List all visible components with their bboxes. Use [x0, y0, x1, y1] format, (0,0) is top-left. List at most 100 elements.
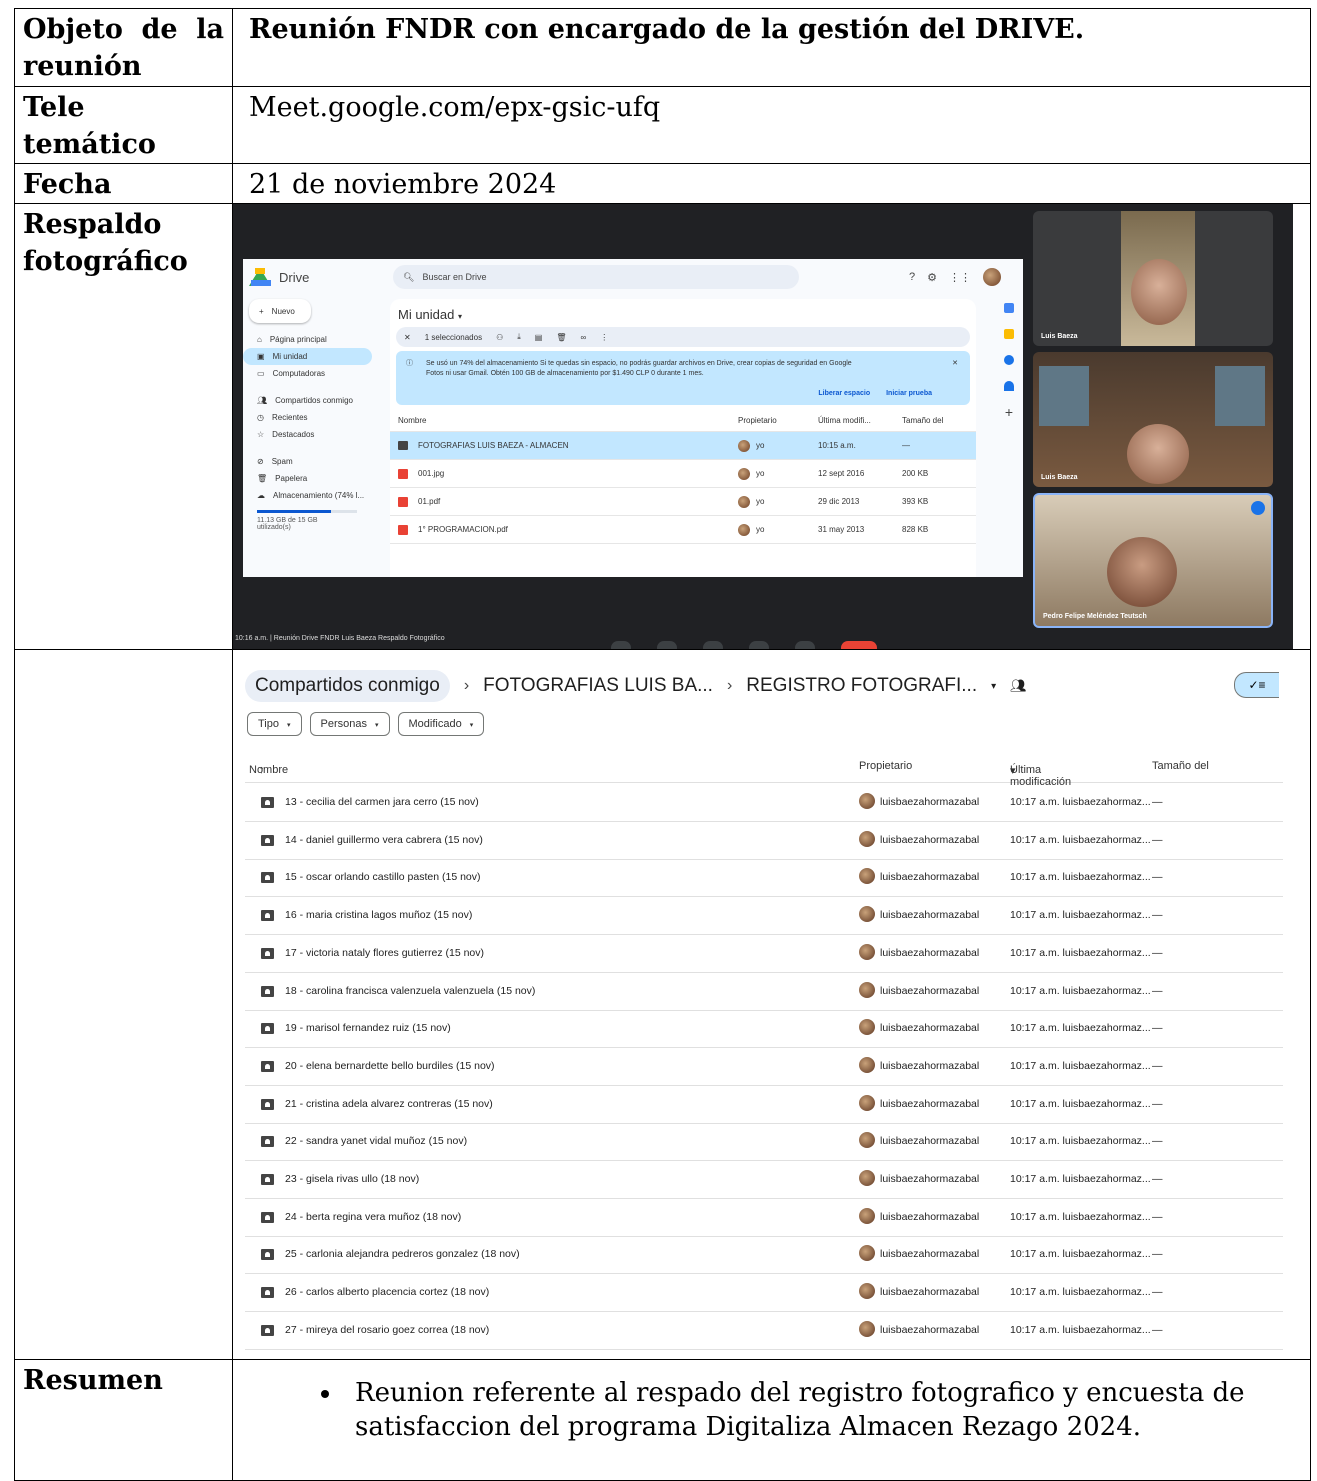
- sidebar-item-spam[interactable]: ⊘ Spam: [243, 453, 378, 470]
- tasks-icon[interactable]: [1004, 355, 1014, 365]
- folder-name: 17 - victoria nataly flores gutierrez (1…: [285, 946, 485, 959]
- sidebar-item-home[interactable]: ⌂ Página principal: [243, 331, 378, 348]
- list-view-toggle[interactable]: ✓≡: [1234, 672, 1279, 698]
- sidebar-item-recent[interactable]: ◷ Recientes: [243, 409, 378, 426]
- table-row[interactable]: 15 - oscar orlando castillo pasten (15 n…: [245, 859, 1283, 898]
- table-row[interactable]: 27 - mireya del rosario goez correa (18 …: [245, 1312, 1283, 1350]
- sidebar-item-my-drive[interactable]: ▣ Mi unidad: [243, 348, 372, 365]
- chevron-down-icon: ▾: [469, 722, 474, 729]
- participant-tile[interactable]: Luis Baeza: [1033, 352, 1273, 487]
- meeting-info: 10:16 a.m. | Reunión Drive FNDR Luis Bae…: [235, 635, 445, 642]
- chevron-right-icon: ›: [463, 677, 470, 694]
- gear-icon[interactable]: ⚙: [927, 271, 937, 284]
- sidebar-item-storage[interactable]: ☁ Almacenamiento (74% l...: [243, 487, 378, 504]
- value-objective: Reunión FNDR con encargado de la gestión…: [232, 8, 1311, 87]
- filter-modified[interactable]: Modificado ▾: [397, 712, 485, 736]
- close-icon[interactable]: ✕: [952, 359, 958, 369]
- file-row[interactable]: 001.jpg yo 12 sept 2016 200 KB: [390, 460, 976, 488]
- sidebar-item-computers[interactable]: ▭ Computadoras: [243, 365, 378, 382]
- shared-folder-icon: [261, 1098, 274, 1110]
- new-button[interactable]: + Nuevo: [249, 299, 311, 323]
- filter-type[interactable]: Tipo ▾: [247, 712, 302, 736]
- table-row[interactable]: 22 - sandra yanet vidal muñoz (15 nov) lu…: [245, 1123, 1283, 1162]
- shared-folder-icon: [261, 1023, 274, 1035]
- col-name[interactable]: Nombre: [398, 416, 738, 425]
- table-row[interactable]: 18 - carolina francisca valenzuela valen…: [245, 973, 1283, 1011]
- download-icon[interactable]: ⤓: [517, 332, 521, 342]
- modified-date: 10:17 a.m. luisbaezahormaz...: [1010, 1323, 1151, 1336]
- breadcrumb-current[interactable]: REGISTRO FOTOGRAFI...: [746, 675, 977, 697]
- storage-bar-fill: [257, 510, 331, 513]
- file-row[interactable]: FOTOGRAFIAS LUIS BAEZA - ALMACEN yo 10:1…: [390, 432, 976, 460]
- plus-icon[interactable]: +: [1004, 405, 1014, 419]
- share-icon[interactable]: ⚇: [496, 333, 503, 342]
- breadcrumb-folder[interactable]: FOTOGRAFIAS LUIS BA...: [483, 675, 713, 697]
- captions-button[interactable]: [703, 641, 723, 649]
- table-row[interactable]: 13 - cecilia del carmen jara cerro (15 n…: [245, 784, 1283, 822]
- video-background: [1039, 366, 1089, 426]
- more-icon[interactable]: ⋮: [600, 333, 608, 342]
- free-space-button[interactable]: Liberar espacio: [818, 389, 870, 399]
- present-button[interactable]: [795, 641, 815, 649]
- chevron-down-icon[interactable]: ▾: [991, 681, 996, 692]
- avatar: [738, 523, 750, 536]
- close-icon[interactable]: ✕: [404, 333, 411, 342]
- file-row[interactable]: 01.pdf yo 29 dic 2013 393 KB: [390, 488, 976, 516]
- label-date: Fecha: [14, 163, 233, 204]
- col-modified[interactable]: Última modifi...: [818, 416, 902, 425]
- value-date: 21 de noviembre 2024: [232, 163, 1311, 204]
- contacts-icon[interactable]: [1004, 381, 1014, 391]
- drive-search-input[interactable]: 🔍︎ Buscar en Drive: [393, 265, 799, 289]
- link-icon[interactable]: ∞: [581, 333, 587, 342]
- plus-icon: +: [259, 306, 264, 316]
- table-row[interactable]: 16 - maria cristina lagos muñoz (15 nov)…: [245, 897, 1283, 936]
- move-icon[interactable]: ▤: [535, 333, 543, 342]
- avatar: [859, 1245, 875, 1262]
- file-row[interactable]: 1° PROGRAMACION.pdf yo 31 may 2013 828 K…: [390, 516, 976, 544]
- table-row[interactable]: 19 - marisol fernandez ruiz (15 nov) luis…: [245, 1010, 1283, 1049]
- sidebar-item-trash[interactable]: 🗑︎ Papelera: [243, 470, 378, 487]
- table-row[interactable]: 24 - berta regina vera muñoz (18 nov) lui…: [245, 1199, 1283, 1237]
- file-size: —: [1152, 1135, 1163, 1148]
- owner-name: luisbaezahormazabal: [880, 984, 980, 997]
- mic-button[interactable]: [611, 641, 631, 649]
- table-row[interactable]: 20 - elena bernardette bello burdiles (1…: [245, 1048, 1283, 1086]
- avatar: [859, 1056, 875, 1073]
- file-size: —: [1152, 796, 1163, 808]
- storage-bar: [257, 510, 357, 513]
- start-trial-button[interactable]: Iniciar prueba: [886, 389, 932, 399]
- folder-title[interactable]: Mi unidad ▾: [390, 299, 976, 325]
- apps-grid-icon[interactable]: ⋮⋮: [949, 271, 971, 284]
- help-icon[interactable]: ?: [909, 271, 915, 283]
- table-row[interactable]: 23 - gisela rivas ullo (18 nov) luisbaeza…: [245, 1161, 1283, 1199]
- table-row[interactable]: 14 - daniel guillermo vera cabrera (15 n…: [245, 822, 1283, 860]
- folder-name: 23 - gisela rivas ullo (18 nov): [285, 1173, 420, 1185]
- owner-name: luisbaezahormazabal: [880, 1248, 980, 1261]
- info-icon: ⓘ: [406, 360, 413, 367]
- sidebar-item-starred[interactable]: ☆ Destacados: [243, 426, 378, 443]
- table-row[interactable]: 25 - carlonia alejandra pedreros gonzale…: [245, 1236, 1283, 1275]
- modified-date: 10:17 a.m. luisbaezahormaz...: [1010, 946, 1151, 959]
- avatar: [738, 495, 750, 508]
- more-options-icon[interactable]: [1251, 501, 1265, 515]
- filter-people[interactable]: Personas ▾: [309, 712, 390, 736]
- trash-icon: 🗑︎: [257, 474, 268, 483]
- avatar: [859, 943, 875, 960]
- table-row[interactable]: 21 - cristina adela alvarez contreras (1…: [245, 1086, 1283, 1124]
- calendar-icon[interactable]: [1004, 303, 1014, 313]
- camera-button[interactable]: [657, 641, 677, 649]
- table-row[interactable]: 26 - carlos alberto placencia cortez (18…: [245, 1274, 1283, 1313]
- end-call-button[interactable]: [841, 641, 877, 649]
- breadcrumb-shared[interactable]: Compartidos conmigo: [245, 670, 450, 702]
- avatar: [859, 1132, 875, 1149]
- participant-tile[interactable]: Pedro Felipe Meléndez Teutsch: [1033, 493, 1273, 628]
- avatar[interactable]: [983, 268, 1001, 286]
- participant-tile[interactable]: Luis Baeza: [1033, 211, 1273, 346]
- sidebar-item-shared[interactable]: 👥︎ Compartidos conmigo: [243, 392, 378, 409]
- trash-icon[interactable]: 🗑︎: [556, 333, 566, 342]
- search-icon: 🔍︎: [403, 271, 415, 282]
- reactions-button[interactable]: [749, 641, 769, 649]
- table-row[interactable]: 17 - victoria nataly flores gutierrez (1…: [245, 935, 1283, 973]
- file-size: —: [1152, 1248, 1163, 1261]
- keep-icon[interactable]: [1004, 329, 1014, 339]
